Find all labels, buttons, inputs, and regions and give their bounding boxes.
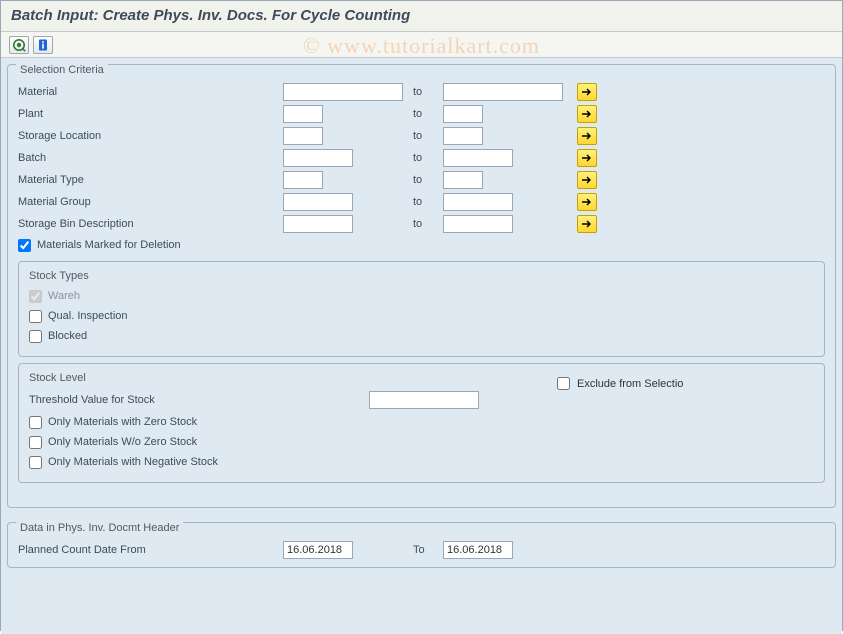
wareh-checkbox <box>29 290 42 303</box>
row-batch: Batch to <box>18 147 825 169</box>
blocked-checkbox[interactable] <box>29 330 42 343</box>
execute-button[interactable] <box>9 36 29 54</box>
qual-inspection-label: Qual. Inspection <box>48 310 128 322</box>
only-zero-checkbox[interactable] <box>29 416 42 429</box>
materials-deletion-checkbox[interactable] <box>18 239 31 252</box>
material-type-to[interactable] <box>443 171 483 189</box>
plant-to[interactable] <box>443 105 483 123</box>
label-material: Material <box>18 86 283 98</box>
threshold-label: Threshold Value for Stock <box>29 394 369 406</box>
batch-to[interactable] <box>443 149 513 167</box>
label-storage-location: Storage Location <box>18 130 283 142</box>
label-material-group: Material Group <box>18 196 283 208</box>
arrow-right-icon <box>581 109 593 119</box>
multi-select-button[interactable] <box>577 149 597 167</box>
group-docmt-header: Data in Phys. Inv. Docmt Header Planned … <box>7 522 836 568</box>
to-label: to <box>413 86 443 98</box>
storage-bin-from[interactable] <box>283 215 353 233</box>
to-label: to <box>413 152 443 164</box>
blocked-label: Blocked <box>48 330 87 342</box>
multi-select-button[interactable] <box>577 83 597 101</box>
row-material-type: Material Type to <box>18 169 825 191</box>
multi-select-button[interactable] <box>577 193 597 211</box>
label-batch: Batch <box>18 152 283 164</box>
planned-count-from[interactable] <box>283 541 353 559</box>
storage-location-from[interactable] <box>283 127 323 145</box>
to-label: to <box>413 108 443 120</box>
title-bar: Batch Input: Create Phys. Inv. Docs. For… <box>1 1 842 32</box>
info-button[interactable] <box>33 36 53 54</box>
arrow-right-icon <box>581 197 593 207</box>
execute-icon <box>12 38 26 52</box>
page-title: Batch Input: Create Phys. Inv. Docs. For… <box>11 7 832 24</box>
row-storage-bin: Storage Bin Description to <box>18 213 825 235</box>
group-legend: Selection Criteria <box>16 64 108 76</box>
multi-select-button[interactable] <box>577 105 597 123</box>
exclude-checkbox[interactable] <box>557 377 570 390</box>
row-plant: Plant to <box>18 103 825 125</box>
group-legend: Data in Phys. Inv. Docmt Header <box>16 522 183 534</box>
arrow-right-icon <box>581 175 593 185</box>
to-label: to <box>413 174 443 186</box>
only-negative-label: Only Materials with Negative Stock <box>48 456 218 468</box>
content-area: Selection Criteria Material to Plant to <box>1 58 842 634</box>
toolbar <box>1 32 842 58</box>
material-type-from[interactable] <box>283 171 323 189</box>
materials-deletion-label: Materials Marked for Deletion <box>37 239 181 251</box>
app-window: Batch Input: Create Phys. Inv. Docs. For… <box>0 0 843 631</box>
planned-count-to[interactable] <box>443 541 513 559</box>
only-wo-zero-label: Only Materials W/o Zero Stock <box>48 436 197 448</box>
wareh-label: Wareh <box>48 290 80 302</box>
row-material-group: Material Group to <box>18 191 825 213</box>
label-material-type: Material Type <box>18 174 283 186</box>
only-zero-label: Only Materials with Zero Stock <box>48 416 197 428</box>
label-storage-bin: Storage Bin Description <box>18 218 283 230</box>
arrow-right-icon <box>581 153 593 163</box>
multi-select-button[interactable] <box>577 171 597 189</box>
material-group-to[interactable] <box>443 193 513 211</box>
plant-from[interactable] <box>283 105 323 123</box>
label-plant: Plant <box>18 108 283 120</box>
threshold-input[interactable] <box>369 391 479 409</box>
info-icon <box>36 38 50 52</box>
group-legend: Stock Types <box>25 270 93 282</box>
material-group-from[interactable] <box>283 193 353 211</box>
group-stock-level: Stock Level Threshold Value for Stock Ex… <box>18 363 825 483</box>
group-selection-criteria: Selection Criteria Material to Plant to <box>7 64 836 508</box>
material-from[interactable] <box>283 83 403 101</box>
arrow-right-icon <box>581 131 593 141</box>
to-label: To <box>413 544 443 556</box>
arrow-right-icon <box>581 87 593 97</box>
qual-inspection-checkbox[interactable] <box>29 310 42 323</box>
multi-select-button[interactable] <box>577 127 597 145</box>
to-label: to <box>413 130 443 142</box>
row-materials-marked-for-deletion: Materials Marked for Deletion <box>18 235 825 255</box>
exclude-label: Exclude from Selectio <box>577 378 683 390</box>
row-storage-location: Storage Location to <box>18 125 825 147</box>
group-stock-types: Stock Types Wareh Qual. Inspection Block… <box>18 261 825 357</box>
storage-bin-to[interactable] <box>443 215 513 233</box>
batch-from[interactable] <box>283 149 353 167</box>
to-label: to <box>413 196 443 208</box>
to-label: to <box>413 218 443 230</box>
material-to[interactable] <box>443 83 563 101</box>
multi-select-button[interactable] <box>577 215 597 233</box>
group-legend: Stock Level <box>25 372 90 384</box>
storage-location-to[interactable] <box>443 127 483 145</box>
only-negative-checkbox[interactable] <box>29 456 42 469</box>
only-wo-zero-checkbox[interactable] <box>29 436 42 449</box>
arrow-right-icon <box>581 219 593 229</box>
planned-count-label: Planned Count Date From <box>18 544 283 556</box>
row-material: Material to <box>18 81 825 103</box>
